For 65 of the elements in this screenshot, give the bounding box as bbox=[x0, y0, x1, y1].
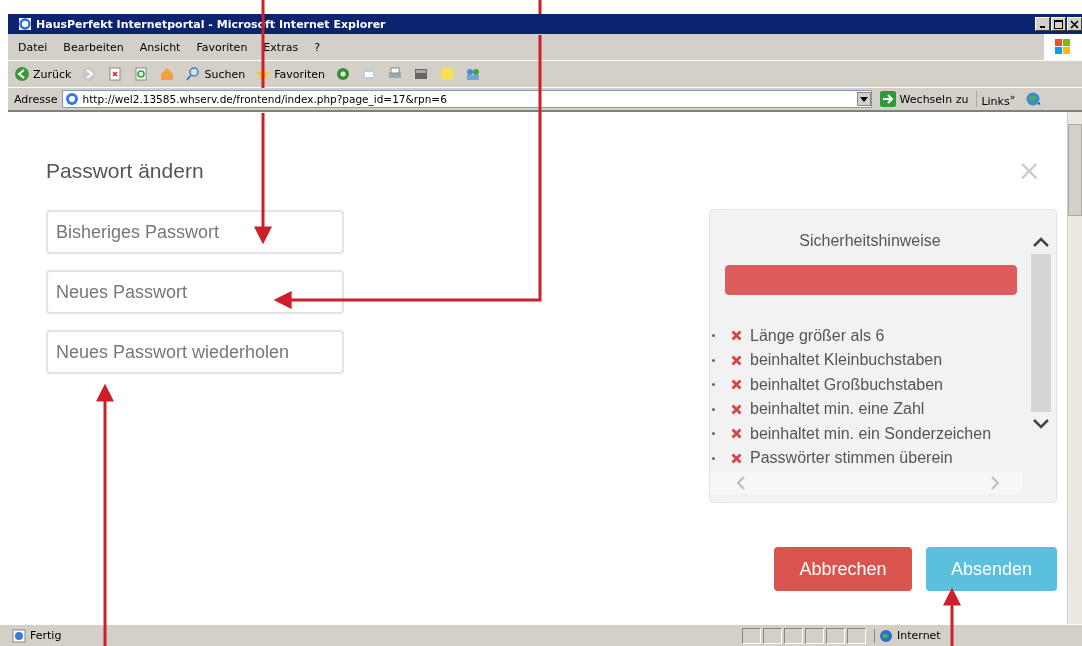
status-panel bbox=[805, 627, 824, 644]
home-icon bbox=[159, 66, 176, 82]
browser-icon bbox=[18, 17, 32, 31]
bullet-icon bbox=[712, 334, 715, 338]
caret-icon bbox=[859, 96, 868, 102]
go-button[interactable]: Wechseln zu bbox=[875, 91, 973, 107]
page-icon bbox=[12, 628, 26, 643]
status-panel bbox=[784, 627, 803, 644]
cancel-button[interactable]: Abbrechen bbox=[774, 547, 912, 591]
password-field[interactable]: Neues Passwort wiederholen bbox=[46, 330, 344, 374]
rule-text: beinhaltet min. eine Zahl bbox=[750, 400, 925, 419]
rule-text: Länge größer als 6 bbox=[750, 326, 885, 345]
panel-title: Sicherheitshinweise bbox=[798, 232, 942, 250]
rule-text: Passwörter stimmen überein bbox=[750, 449, 953, 468]
scroll-left-icon[interactable] bbox=[736, 476, 746, 490]
bullet-icon bbox=[712, 456, 715, 460]
bullet-icon bbox=[712, 383, 715, 387]
rule-text: beinhaltet Großbuchstaben bbox=[750, 375, 943, 394]
mail-icon bbox=[361, 66, 378, 82]
scrollbar-thumb[interactable] bbox=[1031, 254, 1051, 412]
scroll-right-icon[interactable] bbox=[990, 476, 1000, 490]
zone-text: Internet bbox=[897, 629, 941, 642]
password-field[interactable]: Neues Passwort bbox=[46, 270, 344, 314]
arrow-icon bbox=[879, 91, 896, 107]
menu-item[interactable]: ? bbox=[314, 40, 320, 54]
globe-icon bbox=[879, 628, 893, 643]
people-icon bbox=[465, 66, 482, 82]
refresh-icon bbox=[133, 66, 150, 82]
links-button[interactable]: Links$^{»}$ bbox=[976, 90, 1020, 108]
maximize-button[interactable] bbox=[1051, 17, 1066, 31]
password-field[interactable]: Bisheriges Passwort bbox=[46, 210, 344, 254]
scroll-up-icon[interactable] bbox=[1032, 236, 1050, 248]
scroll-down-icon[interactable] bbox=[1032, 418, 1050, 430]
close-button[interactable] bbox=[1067, 17, 1082, 31]
menu-item[interactable]: Bearbeiten bbox=[63, 40, 124, 54]
status-panel bbox=[826, 627, 845, 644]
status-text: Fertig bbox=[30, 629, 62, 642]
dropdown-button[interactable] bbox=[856, 92, 871, 106]
status-panel bbox=[847, 627, 866, 644]
media-icon bbox=[335, 66, 352, 82]
minimize-button[interactable] bbox=[1035, 17, 1050, 31]
note-icon bbox=[439, 66, 456, 82]
edit-icon bbox=[413, 66, 430, 82]
stop-icon bbox=[107, 66, 124, 82]
favorites-button[interactable]: Favoriten bbox=[253, 66, 328, 82]
page-icon bbox=[64, 92, 79, 106]
rule-text: beinhaltet min. ein Sonderzeichen bbox=[750, 424, 992, 443]
dialog-title: Passwort ändern bbox=[46, 158, 204, 183]
status-panel bbox=[742, 627, 761, 644]
menu-item[interactable]: Ansicht bbox=[139, 40, 181, 54]
annotation-arrow bbox=[943, 587, 961, 646]
address-field[interactable]: http://wel2.13585.whserv.de/frontend/index.php?page_id=17&rpn=6 bbox=[61, 90, 872, 108]
rule-text: beinhaltet Kleinbuchstaben bbox=[750, 351, 943, 370]
search-button[interactable]: Suchen bbox=[183, 66, 248, 82]
page-scrollbar[interactable] bbox=[1067, 112, 1082, 624]
bullet-icon bbox=[712, 432, 715, 436]
bullet-icon bbox=[712, 407, 715, 411]
status-panel bbox=[763, 627, 782, 644]
menu-item[interactable]: Extras bbox=[263, 40, 299, 54]
address-label: Adresse bbox=[14, 92, 58, 106]
bullet-icon bbox=[712, 358, 715, 362]
back-button[interactable]: Zurück bbox=[12, 66, 74, 82]
menu-item[interactable]: Favoriten bbox=[196, 40, 248, 54]
search-icon bbox=[185, 66, 202, 82]
menu-item[interactable]: Datei bbox=[18, 40, 48, 54]
